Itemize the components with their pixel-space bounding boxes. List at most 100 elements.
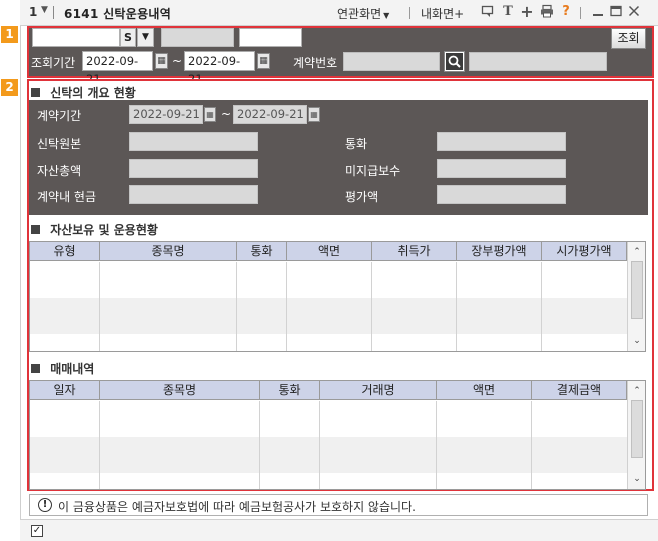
query-button[interactable]: 조회: [611, 28, 646, 49]
overview-section-title: 신탁의 개요 현황: [31, 84, 136, 101]
column-divider: [371, 262, 372, 351]
table-row[interactable]: [30, 298, 627, 316]
holdings-scrollbar[interactable]: ⌃ ⌄: [627, 242, 645, 351]
date-range-tilde: ~: [172, 54, 183, 68]
table-row[interactable]: [30, 473, 627, 489]
column-header[interactable]: 결제금액: [532, 381, 627, 400]
column-header[interactable]: 종목명: [100, 381, 260, 400]
column-header[interactable]: 거래명: [320, 381, 437, 400]
contract-date-from-field: 2022-09-21: [129, 105, 203, 124]
scroll-down-icon[interactable]: ⌄: [631, 335, 643, 347]
close-icon[interactable]: [627, 4, 641, 20]
title-separator: [53, 6, 54, 19]
holdings-title-text: 자산보유 및 운용현황: [50, 223, 158, 237]
table-row[interactable]: [30, 401, 627, 419]
account-name-field: [161, 28, 234, 47]
help-icon[interactable]: ?: [559, 4, 573, 20]
table-row[interactable]: [30, 280, 627, 298]
table-row[interactable]: [30, 455, 627, 473]
column-divider: [99, 401, 100, 489]
contract-number-input[interactable]: [343, 52, 440, 71]
table-row[interactable]: [30, 437, 627, 455]
contract-number-label: 계약번호: [293, 56, 338, 70]
table-row[interactable]: [30, 262, 627, 280]
search-icon[interactable]: [444, 51, 465, 72]
total-assets-label: 자산총액: [37, 164, 82, 178]
principal-field: [129, 132, 258, 151]
column-header[interactable]: 통화: [237, 242, 287, 261]
column-divider: [259, 401, 260, 489]
holdings-table-header: 유형 종목명 통화 액면 취득가 장부평가액 시가평가액: [30, 242, 645, 261]
date-to-input[interactable]: 2022-09-21: [184, 51, 255, 86]
scroll-thumb[interactable]: [631, 261, 643, 319]
section-marker-1: 1: [1, 26, 18, 43]
column-divider: [99, 262, 100, 351]
trades-table-header: 일자 종목명 통화 거래명 액면 결제금액: [30, 381, 645, 400]
query-period-label: 조회기간: [31, 56, 76, 70]
calendar-icon[interactable]: ▦: [257, 53, 270, 69]
font-size-icon[interactable]: T: [501, 4, 515, 20]
column-header[interactable]: 취득가: [372, 242, 457, 261]
column-header[interactable]: 통화: [260, 381, 320, 400]
scroll-thumb[interactable]: [631, 400, 643, 458]
trades-table[interactable]: 일자 종목명 통화 거래명 액면 결제금액 ⌃ ⌄: [29, 380, 646, 490]
column-header[interactable]: 액면: [287, 242, 372, 261]
status-bar: ✓: [20, 519, 658, 541]
my-screen-add-button[interactable]: 내화면+: [421, 5, 464, 22]
toolbar-separator: [409, 7, 410, 19]
window-number[interactable]: 1: [29, 5, 37, 19]
account-type-flag[interactable]: S: [120, 28, 136, 47]
account-dropdown-icon[interactable]: ▼: [137, 28, 154, 47]
column-header[interactable]: 장부평가액: [457, 242, 542, 261]
scroll-up-icon[interactable]: ⌃: [631, 385, 643, 397]
bullet-square-icon: [31, 225, 40, 234]
add-icon[interactable]: +: [520, 4, 534, 20]
related-screens-menu[interactable]: 연관화면 ▼: [337, 5, 389, 22]
table-row[interactable]: [30, 334, 627, 352]
principal-label: 신탁원본: [37, 137, 82, 151]
window-title: 6141 신탁운용내역: [64, 7, 172, 21]
date-range-tilde: ~: [221, 107, 232, 121]
scroll-down-icon[interactable]: ⌄: [631, 473, 643, 485]
column-header[interactable]: 유형: [30, 242, 100, 261]
calendar-icon: ▦: [204, 107, 216, 122]
link-window-icon[interactable]: [481, 4, 495, 20]
section-marker-2: 2: [1, 79, 18, 96]
column-header[interactable]: 일자: [30, 381, 100, 400]
column-header[interactable]: 종목명: [100, 242, 237, 261]
column-divider: [286, 262, 287, 351]
calendar-icon: ▦: [308, 107, 320, 122]
checkbox[interactable]: ✓: [31, 525, 43, 537]
scroll-up-icon[interactable]: ⌃: [631, 246, 643, 258]
table-row[interactable]: [30, 316, 627, 334]
column-divider: [319, 401, 320, 489]
date-from-input[interactable]: 2022-09-21: [82, 51, 153, 86]
contract-name-field: [469, 52, 607, 71]
print-icon[interactable]: [540, 4, 554, 20]
maximize-icon[interactable]: [609, 4, 623, 20]
holdings-table[interactable]: 유형 종목명 통화 액면 취득가 장부평가액 시가평가액 ⌃ ⌄: [29, 241, 646, 352]
account-number-input[interactable]: [32, 28, 120, 47]
bullet-square-icon: [31, 88, 40, 97]
overview-title-text: 신탁의 개요 현황: [50, 86, 136, 100]
contract-cash-field: [129, 185, 258, 204]
table-row[interactable]: [30, 419, 627, 437]
trades-scrollbar[interactable]: ⌃ ⌄: [627, 381, 645, 489]
currency-label: 통화: [345, 137, 368, 151]
notice-text: 이 금융상품은 예금자보호법에 따라 예금보험공사가 보호하지 않습니다.: [58, 500, 416, 514]
column-divider: [531, 401, 532, 489]
contract-date-to-field: 2022-09-21: [233, 105, 307, 124]
column-divider: [456, 262, 457, 351]
column-header[interactable]: 액면: [437, 381, 532, 400]
unpaid-fee-label: 미지급보수: [345, 164, 401, 178]
contract-cash-label: 계약내 현금: [37, 190, 97, 204]
currency-field: [437, 132, 566, 151]
column-header[interactable]: 시가평가액: [542, 242, 627, 261]
total-assets-field: [129, 159, 258, 178]
window-number-dropdown-icon[interactable]: ▼: [41, 5, 48, 15]
title-bar: 1 ▼ 6141 신탁운용내역 연관화면 ▼ 내화면+ T + ?: [20, 0, 658, 26]
calendar-icon[interactable]: ▦: [155, 53, 168, 69]
holdings-section-title: 자산보유 및 운용현황: [31, 221, 158, 238]
password-input[interactable]: [239, 28, 302, 47]
minimize-icon[interactable]: [591, 4, 605, 20]
